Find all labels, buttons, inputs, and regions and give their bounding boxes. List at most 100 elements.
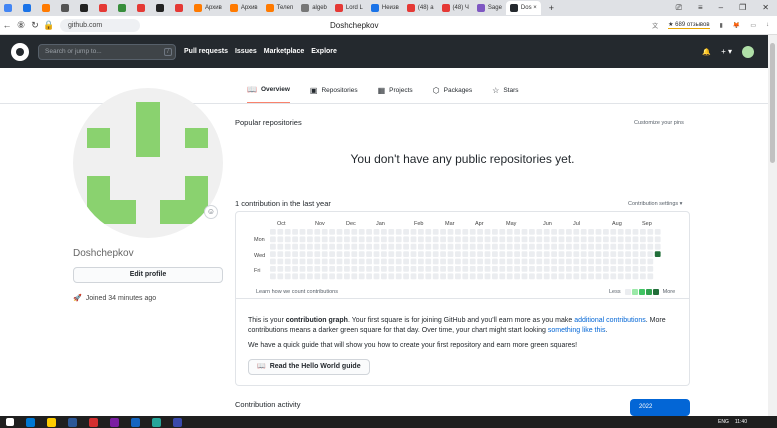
browser-tab[interactable]: Lord L <box>331 1 367 15</box>
contribution-day[interactable] <box>492 266 498 272</box>
contribution-day[interactable] <box>447 258 454 265</box>
contribution-day[interactable] <box>469 243 476 250</box>
language-indicator[interactable]: ENG <box>718 419 729 425</box>
contribution-day[interactable] <box>610 258 617 265</box>
contribution-day[interactable] <box>344 266 350 272</box>
avatar[interactable] <box>742 45 754 58</box>
contribution-day[interactable] <box>484 243 491 250</box>
contribution-day[interactable] <box>277 273 284 280</box>
contribution-day[interactable] <box>469 229 476 235</box>
contribution-day[interactable] <box>358 229 365 235</box>
contribution-day[interactable] <box>647 251 654 257</box>
contribution-day[interactable] <box>455 266 461 272</box>
contribution-day[interactable] <box>270 251 276 257</box>
contribution-day[interactable] <box>455 258 461 265</box>
contribution-day[interactable] <box>603 266 609 272</box>
contribution-day[interactable] <box>462 229 469 235</box>
contribution-day[interactable] <box>580 266 587 272</box>
contribution-day[interactable] <box>418 258 424 265</box>
contribution-day[interactable] <box>321 258 328 265</box>
contribution-day[interactable] <box>506 251 513 257</box>
contribution-day[interactable] <box>307 251 313 257</box>
contribution-day[interactable] <box>469 266 476 272</box>
contribution-day[interactable] <box>566 229 572 235</box>
contribution-day[interactable] <box>573 251 580 257</box>
contribution-day[interactable] <box>314 236 321 243</box>
contribution-day[interactable] <box>632 266 639 272</box>
contribution-day[interactable] <box>514 236 520 243</box>
contribution-day[interactable] <box>307 258 313 265</box>
contribution-day[interactable] <box>358 243 365 250</box>
contribution-day[interactable] <box>432 258 439 265</box>
contribution-day[interactable] <box>358 273 365 280</box>
contribution-day[interactable] <box>632 273 639 280</box>
contribution-day[interactable] <box>299 236 306 243</box>
contribution-day[interactable] <box>588 251 594 257</box>
contribution-day[interactable] <box>625 229 631 235</box>
set-status-icon[interactable]: ☺ <box>204 205 218 219</box>
contribution-day[interactable] <box>558 236 565 243</box>
contribution-day[interactable] <box>344 258 350 265</box>
contribution-day[interactable] <box>270 258 276 265</box>
contribution-day[interactable] <box>551 273 557 280</box>
browser-tab[interactable] <box>19 1 38 15</box>
taskbar-app-icon[interactable] <box>26 417 35 427</box>
contribution-day[interactable] <box>588 273 594 280</box>
contribution-day[interactable] <box>529 229 535 235</box>
bookmark-icon[interactable]: ▮ <box>720 22 723 29</box>
customize-pins-link[interactable]: Customize your pins <box>634 120 684 126</box>
contribution-day[interactable] <box>469 251 476 257</box>
contribution-day[interactable] <box>603 243 609 250</box>
contribution-day[interactable] <box>373 273 380 280</box>
browser-tab[interactable] <box>152 1 171 15</box>
contribution-day[interactable] <box>447 243 454 250</box>
contribution-day[interactable] <box>499 236 506 243</box>
contribution-day[interactable] <box>455 273 461 280</box>
contribution-day[interactable] <box>329 273 335 280</box>
contribution-day[interactable] <box>284 266 291 272</box>
contribution-day[interactable] <box>536 258 543 265</box>
contribution-day[interactable] <box>566 251 572 257</box>
contribution-day[interactable] <box>314 243 321 250</box>
contribution-day[interactable] <box>551 243 557 250</box>
contribution-day[interactable] <box>373 236 380 243</box>
create-new-dropdown[interactable]: + ▾ <box>721 47 732 56</box>
contribution-day[interactable] <box>462 243 469 250</box>
contribution-day[interactable] <box>551 258 557 265</box>
contribution-day[interactable] <box>603 229 609 235</box>
contribution-day[interactable] <box>477 266 483 272</box>
contribution-day[interactable] <box>440 229 446 235</box>
year-2022-button[interactable]: 2022 <box>630 399 690 416</box>
contribution-day[interactable] <box>321 229 328 235</box>
contribution-day[interactable] <box>455 229 461 235</box>
tab-projects[interactable]: ▦ Projects <box>378 85 413 104</box>
contribution-day[interactable] <box>632 229 639 235</box>
browser-tab[interactable] <box>114 1 133 15</box>
contribution-day[interactable] <box>551 266 557 272</box>
contribution-day[interactable] <box>336 258 343 265</box>
contribution-day[interactable] <box>418 243 424 250</box>
contribution-day[interactable] <box>425 266 432 272</box>
contribution-day[interactable] <box>492 229 498 235</box>
contribution-day[interactable] <box>336 251 343 257</box>
contribution-day[interactable] <box>381 251 387 257</box>
contribution-day[interactable] <box>558 266 565 272</box>
taskbar-app-icon[interactable] <box>68 417 77 427</box>
tab-repositories[interactable]: ▣ Repositories <box>310 85 358 104</box>
contribution-day[interactable] <box>499 258 506 265</box>
window-control-button[interactable]: ⎚ <box>676 3 682 13</box>
browser-tab[interactable] <box>76 1 95 15</box>
contribution-day[interactable] <box>292 251 298 257</box>
contribution-day[interactable] <box>292 273 298 280</box>
contribution-day[interactable] <box>447 266 454 272</box>
contribution-day[interactable] <box>603 258 609 265</box>
contribution-day[interactable] <box>425 258 432 265</box>
browser-tab[interactable] <box>38 1 57 15</box>
contribution-day[interactable] <box>440 258 446 265</box>
contribution-day[interactable] <box>625 258 631 265</box>
contribution-day[interactable] <box>410 273 417 280</box>
contribution-day[interactable] <box>321 243 328 250</box>
contribution-day[interactable] <box>625 251 631 257</box>
browser-tab[interactable]: Sage <box>473 1 506 15</box>
contribution-day[interactable] <box>314 273 321 280</box>
